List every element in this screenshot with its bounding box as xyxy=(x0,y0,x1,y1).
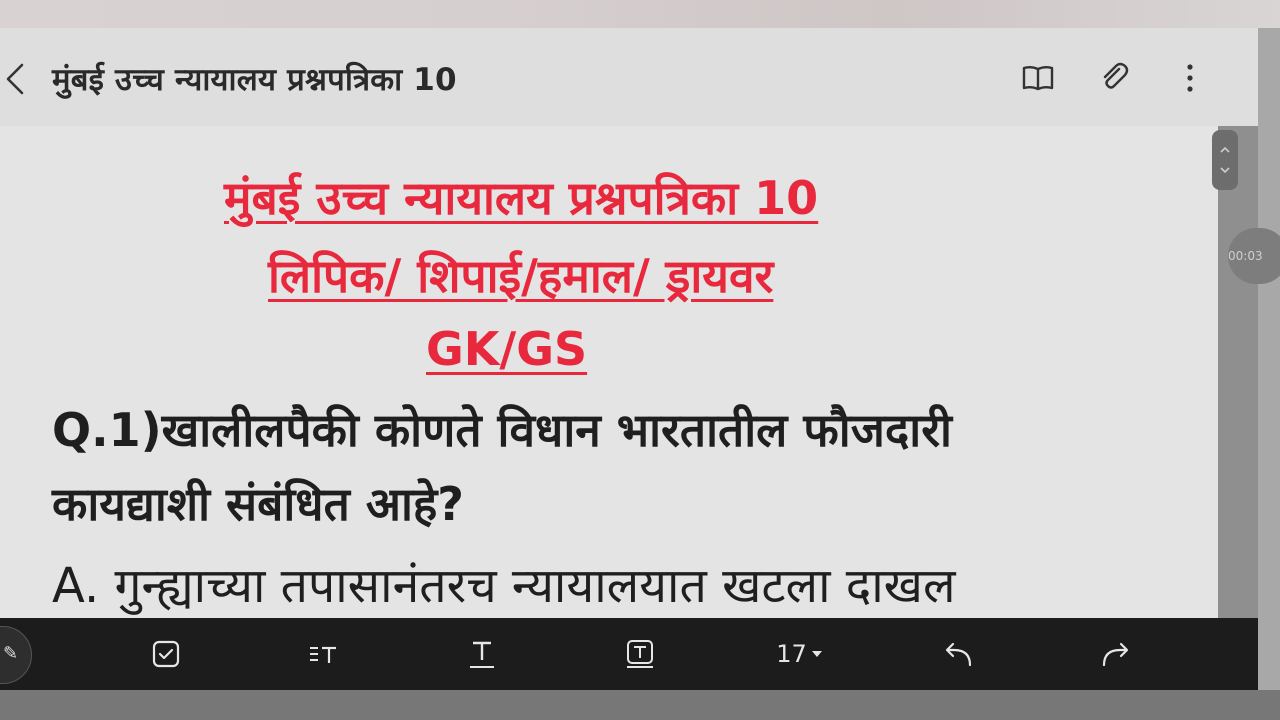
text-style-button[interactable] xyxy=(303,636,343,672)
font-size-dropdown[interactable]: 17 xyxy=(770,636,830,672)
recording-timer-bubble[interactable]: 00:03 xyxy=(1228,228,1280,284)
timer-text: 00:03 xyxy=(1228,249,1263,263)
text-box-icon xyxy=(627,640,653,668)
text-button[interactable] xyxy=(462,636,502,672)
attach-button[interactable] xyxy=(1076,58,1152,98)
redo-icon xyxy=(1102,642,1129,667)
question-text-line-1: Q.1)खालीलपैकी कोणते विधान भारतातील फौजदा… xyxy=(52,403,952,457)
redo-button[interactable] xyxy=(1096,636,1136,672)
undo-icon xyxy=(945,642,972,667)
more-options-button[interactable] xyxy=(1152,58,1228,98)
note-title: मुंबई उच्च न्यायालय प्रश्नपत्रिका 10 xyxy=(52,62,457,98)
right-edge-rail xyxy=(1258,28,1280,690)
font-size-value: 17 xyxy=(776,640,807,668)
text-icon xyxy=(470,641,494,668)
appbar-actions xyxy=(1000,58,1228,98)
attachment-icon xyxy=(1103,62,1129,89)
window-top-strip xyxy=(0,0,1280,28)
text-box-button[interactable] xyxy=(620,636,660,672)
doc-heading-line-1: मुंबई उच्च न्यायालय प्रश्नपत्रिका 10 xyxy=(224,171,819,225)
checkbox-button[interactable] xyxy=(146,636,186,672)
chevron-up-down-icon xyxy=(1220,146,1230,174)
checkbox-icon xyxy=(152,640,180,668)
reading-mode-icon xyxy=(1022,66,1054,91)
app-bar: मुंबई उच्च न्यायालय प्रश्नपत्रिका 10 xyxy=(0,28,1258,126)
scroll-track xyxy=(1218,126,1258,618)
text-style-icon xyxy=(310,646,336,663)
window-bottom-strip xyxy=(0,690,1280,720)
pen-icon: ✎ xyxy=(3,643,19,664)
doc-heading-line-2: लिपिक/ शिपाई/हमाल/ ड्रायवर xyxy=(268,249,774,303)
doc-heading-line-3: GK/GS xyxy=(426,322,588,376)
caret-down-icon xyxy=(811,651,822,657)
reading-mode-button[interactable] xyxy=(1000,58,1076,98)
scrollbar-handle[interactable] xyxy=(1212,130,1238,190)
chevron-left-icon xyxy=(6,63,24,95)
back-button[interactable] xyxy=(0,62,30,96)
question-text-line-2: कायद्याशी संबंधित आहे? xyxy=(52,477,464,531)
edit-toolbar: ✎ 17 xyxy=(0,618,1258,690)
undo-button[interactable] xyxy=(938,636,978,672)
more-vert-icon xyxy=(1187,64,1193,92)
option-a-text: A. गुन्ह्याच्या तपासानंतरच न्यायालयात खट… xyxy=(52,558,956,614)
pen-tool-button[interactable]: ✎ xyxy=(0,626,32,684)
